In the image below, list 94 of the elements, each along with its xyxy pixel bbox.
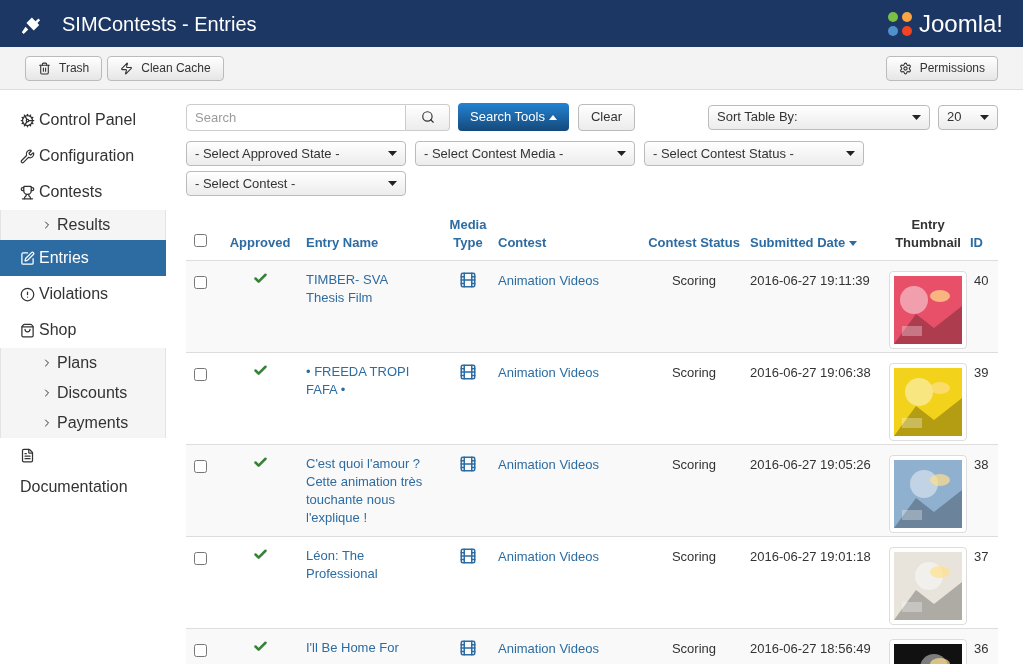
video-category-link[interactable]: Animation Videos — [498, 641, 599, 656]
toolbar-button[interactable]: Clean Cache — [107, 55, 224, 81]
check-icon[interactable] — [252, 547, 268, 562]
id-text: 36 — [974, 641, 989, 656]
caret-icon — [846, 151, 855, 156]
check-icon[interactable] — [252, 639, 268, 654]
row-checkbox[interactable] — [194, 552, 207, 565]
document-icon — [20, 448, 35, 463]
column-sort-link[interactable]: Entry Name — [306, 234, 379, 252]
row-checkbox[interactable] — [194, 276, 207, 289]
film-icon — [459, 363, 477, 381]
caret-icon — [980, 114, 989, 120]
status-text: Scoring — [671, 273, 717, 288]
search-field[interactable]: Search — [186, 103, 406, 131]
brand-name: Joomla! — [918, 8, 1003, 39]
toolbar-button[interactable]: Trash — [25, 55, 103, 81]
video-category-link[interactable]: Animation Videos — [498, 549, 599, 564]
entry-link[interactable]: Léon: The Professional — [306, 547, 426, 583]
wrench-icon — [20, 148, 35, 164]
film-icon — [459, 271, 477, 289]
film-icon — [459, 639, 477, 657]
page-title: SIMContests - Entries — [62, 11, 257, 37]
video-category-link[interactable]: Animation Videos — [498, 365, 599, 380]
column-sort-link[interactable]: ID — [970, 234, 983, 252]
video-category-link[interactable]: Animation Videos — [498, 457, 599, 472]
trophy-icon — [20, 184, 35, 200]
column-sort-link[interactable]: Contest — [498, 234, 547, 252]
entry-link[interactable]: C'est quoi l'amour ? Cette animation très touchante nous l'explique ! — [306, 455, 426, 527]
video-category-link[interactable]: Animation Videos — [498, 273, 599, 288]
date-text: 2016-06-27 18:56:49 — [750, 641, 871, 656]
sidebar-subitem[interactable]: Plans — [0, 348, 166, 378]
select-dropdown[interactable]: - Select Approved State - — [186, 141, 406, 166]
sidebar-item[interactable]: Entries — [0, 240, 166, 276]
caret-icon — [617, 151, 626, 156]
id-text: 38 — [974, 457, 989, 472]
column-sort-link[interactable]: Approved — [229, 234, 291, 252]
row-checkbox[interactable] — [194, 368, 207, 381]
search-button[interactable] — [406, 103, 450, 131]
sidebar-item[interactable]: Contests — [0, 174, 166, 210]
column-sort-link[interactable]: Media Type — [446, 216, 490, 252]
gears-icon — [20, 112, 35, 128]
select-dropdown[interactable]: Sort Table By: — [708, 104, 930, 130]
date-text: 2016-06-27 19:01:18 — [750, 549, 871, 564]
check-icon[interactable] — [252, 455, 268, 470]
select-dropdown[interactable]: - Select Contest Media - — [415, 141, 635, 166]
id-text: 40 — [974, 273, 989, 288]
status-text: Scoring — [671, 549, 717, 564]
sidebar-subitem[interactable]: Payments — [0, 408, 166, 438]
status-text: Scoring — [671, 641, 717, 656]
entry-link[interactable]: • FREEDA TROPI FAFA • — [306, 363, 426, 399]
row-checkbox[interactable] — [194, 644, 207, 657]
status-text: Scoring — [671, 365, 717, 380]
bag-icon — [20, 322, 35, 338]
exclamation-icon — [20, 286, 35, 302]
check-icon[interactable] — [252, 363, 268, 378]
date-text: 2016-06-27 19:05:26 — [750, 457, 871, 472]
status-text: Scoring — [671, 457, 717, 472]
film-icon — [459, 547, 477, 565]
select-all-checkbox[interactable] — [194, 233, 207, 247]
sidebar-subitem[interactable]: Discounts — [0, 378, 166, 408]
trash-icon — [38, 61, 51, 75]
column-header: Entry Thumbnail — [894, 216, 962, 252]
id-text: 39 — [974, 365, 989, 380]
caret-icon — [388, 151, 397, 156]
clear-button[interactable]: Clear — [577, 103, 635, 131]
edit-icon — [20, 250, 35, 266]
sidebar-item[interactable]: Violations — [0, 276, 166, 312]
sidebar-subitem[interactable]: Results — [0, 210, 166, 240]
sidebar-item[interactable]: Configuration — [0, 138, 166, 174]
column-sort-link[interactable]: Submitted Date — [750, 234, 858, 252]
permissions-button[interactable]: Permissions — [885, 55, 998, 81]
row-checkbox[interactable] — [194, 460, 207, 473]
sidebar-item[interactable]: Documentation — [0, 438, 166, 507]
date-text: 2016-06-27 19:11:39 — [750, 273, 870, 288]
caret-icon — [388, 181, 397, 186]
entry-link[interactable]: TIMBER- SVA Thesis Film — [306, 271, 426, 307]
search-tools-button[interactable]: Search Tools — [458, 103, 569, 131]
column-sort-link[interactable]: Contest Status — [648, 234, 740, 252]
sidebar-item[interactable]: Control Panel — [0, 102, 166, 138]
settings-icon — [898, 61, 912, 75]
select-dropdown[interactable]: - Select Contest - — [186, 171, 406, 196]
search-icon — [420, 110, 435, 124]
bolt-icon — [120, 61, 134, 75]
caret-icon — [912, 114, 921, 120]
sidebar-item[interactable]: Shop — [0, 312, 166, 348]
entry-link[interactable]: I'll Be Home For — [306, 639, 426, 657]
check-icon[interactable] — [252, 271, 268, 286]
caret-up-icon — [548, 114, 557, 120]
id-text: 37 — [974, 549, 989, 564]
date-text: 2016-06-27 19:06:38 — [750, 365, 871, 380]
select-dropdown[interactable]: - Select Contest Status - — [644, 141, 864, 166]
sort-caret-icon — [849, 241, 858, 247]
film-icon — [459, 455, 477, 473]
select-dropdown[interactable]: 20 — [938, 104, 998, 130]
